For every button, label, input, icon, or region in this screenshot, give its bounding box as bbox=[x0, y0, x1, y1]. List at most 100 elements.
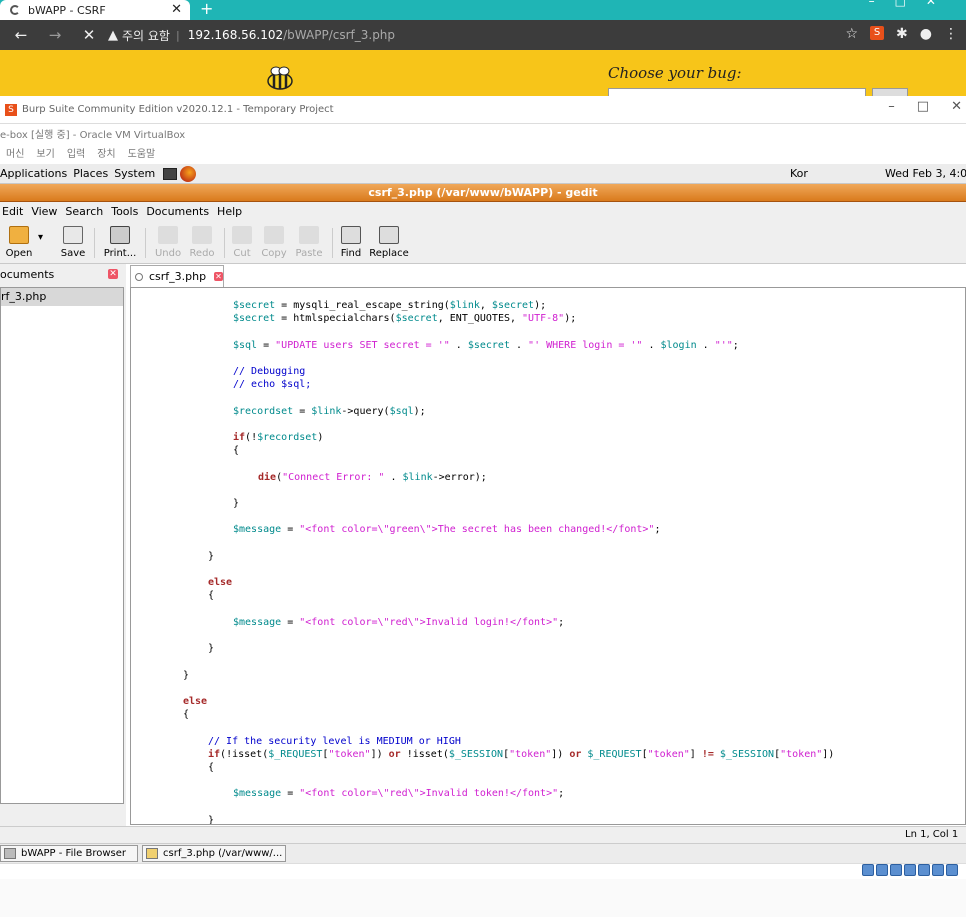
optical-drive-icon[interactable] bbox=[876, 864, 888, 876]
firefox-icon[interactable] bbox=[180, 165, 197, 182]
code-line: // Debugging bbox=[233, 366, 305, 377]
folder-icon bbox=[9, 226, 29, 244]
copy-label: Copy bbox=[261, 248, 287, 259]
code-token: { bbox=[233, 445, 240, 457]
security-warning[interactable]: ▲ 주의 요함 bbox=[108, 27, 170, 44]
vb-menu-devices[interactable]: 장치 bbox=[97, 146, 115, 164]
menu-documents[interactable]: Documents bbox=[146, 202, 209, 222]
vb-menu-input[interactable]: 입력 bbox=[67, 146, 85, 164]
menu-view[interactable]: View bbox=[31, 202, 57, 222]
code-editor[interactable]: $secret = mysqli_real_escape_string($lin… bbox=[130, 287, 966, 825]
cursor-position: Ln 1, Col 1 bbox=[905, 829, 959, 840]
forward-icon[interactable]: → bbox=[42, 26, 68, 44]
code-token: ); bbox=[534, 300, 547, 311]
code-token: $_REQUEST bbox=[268, 748, 323, 760]
menu-edit[interactable]: Edit bbox=[2, 202, 23, 222]
maximize-icon[interactable]: □ bbox=[917, 99, 929, 114]
document-tab[interactable]: csrf_3.php ✕ bbox=[130, 265, 224, 287]
terminal-icon[interactable] bbox=[163, 167, 178, 180]
desktop-background bbox=[0, 879, 966, 917]
new-tab-button[interactable]: + bbox=[200, 0, 213, 18]
hard-disk-icon[interactable] bbox=[862, 864, 874, 876]
display-icon[interactable] bbox=[946, 864, 958, 876]
code-line: } bbox=[208, 815, 214, 824]
copy-button[interactable]: Copy bbox=[260, 226, 288, 259]
gedit-statusbar bbox=[0, 826, 966, 844]
burp-extension-icon[interactable]: S bbox=[870, 26, 885, 40]
code-token: } bbox=[208, 550, 215, 562]
code-token: = htmlspecialchars( bbox=[275, 313, 396, 325]
code-token: die bbox=[258, 471, 277, 483]
extensions-puzzle-icon[interactable]: ✱ bbox=[896, 26, 908, 42]
browser-tab[interactable]: bWAPP - CSRF ✕ bbox=[0, 0, 190, 20]
places-menu[interactable]: Places bbox=[73, 167, 108, 180]
vb-menu-help[interactable]: 도움말 bbox=[128, 146, 156, 164]
undo-label: Undo bbox=[154, 248, 182, 259]
menu-tools[interactable]: Tools bbox=[111, 202, 138, 222]
profile-avatar-icon[interactable]: ● bbox=[920, 26, 932, 42]
address-bar-actions: ☆ S ✱ ● ⋮ bbox=[845, 26, 958, 42]
redo-button[interactable]: Redo bbox=[188, 226, 216, 259]
keyboard-layout[interactable]: Kor bbox=[790, 167, 808, 180]
code-token: $link bbox=[449, 300, 480, 311]
vb-menu-view[interactable]: 보기 bbox=[36, 146, 54, 164]
menu-help[interactable]: Help bbox=[217, 202, 242, 222]
undo-icon bbox=[158, 226, 178, 244]
code-token: "<font color=\"red\">Invalid login!</fon… bbox=[299, 616, 559, 628]
close-tab-icon[interactable]: ✕ bbox=[171, 2, 182, 17]
side-panel-close-icon[interactable]: ✕ bbox=[108, 269, 118, 279]
scissors-icon bbox=[232, 226, 252, 244]
code-token: "<font color=\"green\">The secret has be… bbox=[299, 524, 655, 536]
audio-icon[interactable] bbox=[890, 864, 902, 876]
code-token: ); bbox=[413, 405, 426, 417]
code-token: or bbox=[569, 748, 582, 760]
save-label: Save bbox=[60, 248, 86, 259]
find-button[interactable]: Find bbox=[338, 226, 364, 259]
replace-button[interactable]: Replace bbox=[368, 226, 410, 259]
clock[interactable]: Wed Feb 3, 4:03 bbox=[885, 167, 966, 180]
cut-button[interactable]: Cut bbox=[230, 226, 254, 259]
taskbar-item-gedit[interactable]: csrf_3.php (/var/www/... bbox=[142, 845, 286, 862]
system-menu[interactable]: System bbox=[114, 167, 155, 180]
close-icon[interactable]: ✕ bbox=[951, 99, 962, 114]
code-token: // echo $sql; bbox=[233, 379, 312, 391]
print-button[interactable]: Print... bbox=[102, 226, 138, 259]
more-menu-icon[interactable]: ⋮ bbox=[944, 26, 958, 42]
undo-button[interactable]: Undo bbox=[154, 226, 182, 259]
toolbar-separator bbox=[145, 228, 146, 258]
open-button[interactable]: Open bbox=[4, 226, 34, 259]
cut-label: Cut bbox=[233, 248, 251, 259]
paste-button[interactable]: Paste bbox=[294, 226, 324, 259]
minimize-icon[interactable]: – bbox=[888, 99, 895, 114]
save-button[interactable]: Save bbox=[58, 226, 88, 259]
printer-icon bbox=[110, 226, 130, 244]
usb-icon[interactable] bbox=[918, 864, 930, 876]
applications-menu[interactable]: Applications bbox=[0, 167, 67, 180]
bee-logo-icon bbox=[267, 66, 293, 90]
url-field[interactable]: 192.168.56.102/bWAPP/csrf_3.php bbox=[188, 28, 395, 42]
close-document-icon[interactable]: ✕ bbox=[214, 272, 223, 281]
code-token: ] bbox=[689, 748, 702, 760]
code-line: // If the security level is MEDIUM or HI… bbox=[208, 736, 461, 747]
taskbar-item-file-browser[interactable]: bWAPP - File Browser bbox=[0, 845, 138, 862]
redo-label: Redo bbox=[189, 248, 215, 259]
code-token: { bbox=[183, 709, 190, 721]
window-controls[interactable]: –□✕ bbox=[869, 0, 956, 8]
code-token: . bbox=[642, 339, 661, 351]
code-line: { bbox=[208, 762, 214, 773]
bookmark-star-icon[interactable]: ☆ bbox=[845, 26, 858, 42]
code-line: { bbox=[233, 445, 239, 456]
stop-icon[interactable]: ✕ bbox=[76, 26, 102, 44]
code-line: die("Connect Error: " . $link->error); bbox=[258, 472, 487, 483]
back-icon[interactable]: ← bbox=[8, 26, 34, 44]
code-token: "token" bbox=[647, 748, 690, 760]
menu-search[interactable]: Search bbox=[65, 202, 103, 222]
shared-folder-icon[interactable] bbox=[932, 864, 944, 876]
code-token: "token" bbox=[509, 748, 552, 760]
vb-menu-machine[interactable]: 머신 bbox=[6, 146, 24, 164]
open-dropdown-icon[interactable]: ▾ bbox=[38, 232, 43, 243]
network-icon[interactable] bbox=[904, 864, 916, 876]
code-line: } bbox=[183, 670, 189, 681]
code-token: $secret bbox=[233, 313, 276, 325]
document-list-item[interactable]: rf_3.php bbox=[1, 288, 123, 306]
